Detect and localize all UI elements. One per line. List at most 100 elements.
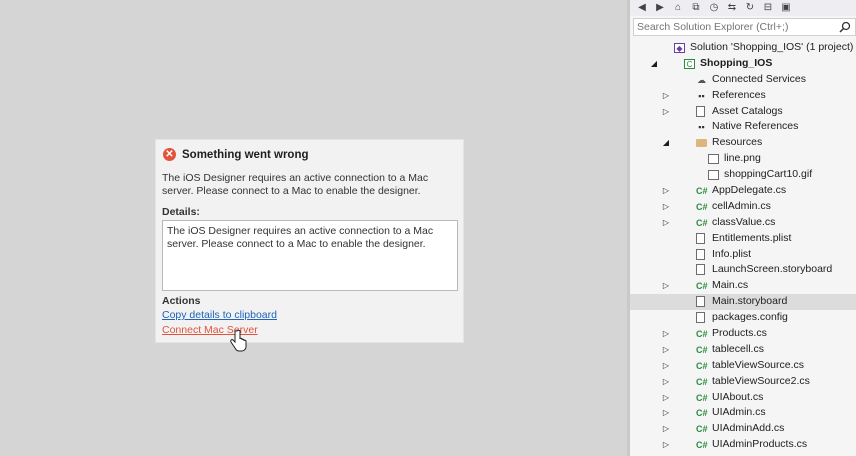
tree-item[interactable]: LaunchScreen.storyboard (630, 262, 856, 278)
history-icon[interactable]: ◷ (708, 2, 720, 14)
sync-icon[interactable]: ⧉ (690, 2, 702, 14)
error-icon: ✕ (163, 148, 176, 161)
tree-item[interactable]: packages.config (630, 310, 856, 326)
csharp-file-icon: C# (696, 424, 708, 435)
tree-item-label: tableViewSource2.cs (712, 374, 810, 387)
csharp-file-icon: C# (696, 329, 708, 340)
tree-item[interactable]: ▷ C# tableViewSource2.cs (630, 374, 856, 390)
collapsed-chevron-icon[interactable]: ▷ (662, 215, 670, 231)
collapsed-chevron-icon[interactable]: ▷ (662, 88, 670, 104)
solution-explorer: ◀ ▶ ⌂ ⧉ ◷ ⇆ ↻ ⊟ ▣ ◆ Solution 'Shopping_IO… (630, 0, 856, 456)
pending-changes-icon[interactable]: ⇆ (726, 2, 738, 14)
tree-item-label: UIAbout.cs (712, 390, 764, 403)
copy-details-link[interactable]: Copy details to clipboard (162, 309, 277, 321)
csharp-file-icon: C# (696, 392, 708, 403)
tree-item[interactable]: ▷ C# Products.cs (630, 326, 856, 342)
forward-icon[interactable]: ▶ (654, 2, 666, 14)
tree-item-label: tableViewSource.cs (712, 358, 805, 371)
tree-item-label: Entitlements.plist (712, 231, 792, 244)
image-file-icon (708, 170, 719, 181)
csharp-file-icon: C# (696, 344, 708, 355)
tree-item[interactable]: ▷ C# tableViewSource.cs (630, 358, 856, 374)
file-icon (696, 248, 705, 260)
tree-item-label: LaunchScreen.storyboard (712, 263, 833, 276)
collapsed-chevron-icon[interactable]: ▷ (662, 104, 670, 120)
tree-item[interactable]: Info.plist (630, 247, 856, 263)
back-icon[interactable]: ◀ (636, 2, 648, 14)
collapsed-chevron-icon[interactable]: ▷ (662, 342, 670, 358)
tree-item[interactable]: ▷ C# UIAbout.cs (630, 390, 856, 406)
collapsed-chevron-icon[interactable]: ▷ (662, 405, 670, 421)
tree-item[interactable]: ▷ ▪▪ References (630, 88, 856, 104)
collapsed-chevron-icon[interactable]: ▷ (662, 183, 670, 199)
details-textbox[interactable]: The iOS Designer requires an active conn… (162, 220, 458, 291)
tree-item-label: UIAdmin.cs (712, 406, 766, 419)
tree-item[interactable]: ▷ C# UIAdminAdd.cs (630, 421, 856, 437)
image-file-icon (708, 154, 719, 165)
collapsed-chevron-icon[interactable]: ▷ (662, 374, 670, 390)
tree-item-label: Resources (712, 136, 763, 149)
file-icon (696, 296, 705, 308)
tree-item[interactable]: ☁ Connected Services (630, 72, 856, 88)
tree-item-label: Main.cs (712, 279, 749, 292)
search-input[interactable] (637, 21, 833, 33)
csharp-file-icon: C# (696, 376, 708, 387)
tree-item-label: Connected Services (712, 72, 806, 85)
tree-item[interactable]: Entitlements.plist (630, 231, 856, 247)
tree-item-label: line.png (724, 152, 761, 165)
tree-item[interactable]: ▷ C# tablecell.cs (630, 342, 856, 358)
file-icon (696, 264, 705, 276)
tree-item-label: Products.cs (712, 327, 767, 340)
collapse-all-icon[interactable]: ⊟ (762, 2, 774, 14)
tree-item[interactable]: ▷ Asset Catalogs (630, 104, 856, 120)
tree-item[interactable]: ◢ C Shopping_IOS (630, 56, 856, 72)
tree-item[interactable]: ▪▪ Native References (630, 119, 856, 135)
tree-item[interactable]: ▷ C# cellAdmin.cs (630, 199, 856, 215)
show-all-files-icon[interactable]: ▣ (780, 2, 792, 14)
tree-item[interactable]: ▷ C# UIAdmin.cs (630, 405, 856, 421)
details-label: Details: (162, 206, 200, 218)
tree-item-label: Solution 'Shopping_IOS' (1 project) (690, 41, 854, 53)
csharp-file-icon: C# (696, 201, 708, 212)
home-icon[interactable]: ⌂ (672, 2, 684, 14)
tree-item-label: AppDelegate.cs (712, 184, 787, 197)
search-icon[interactable] (839, 21, 851, 33)
tree-item[interactable]: ▷ C# AppDelegate.cs (630, 183, 856, 199)
solution-explorer-search[interactable] (633, 18, 856, 36)
expanded-chevron-icon[interactable]: ◢ (650, 56, 658, 72)
csharp-file-icon: C# (696, 186, 708, 197)
ios-designer-surface: ✕ Something went wrong The iOS Designer … (0, 0, 627, 456)
asset-catalog-icon (696, 105, 705, 117)
expanded-chevron-icon[interactable]: ◢ (662, 135, 670, 151)
tree-item[interactable]: ▷ C# UIAdminProducts.cs (630, 437, 856, 453)
tree-item[interactable]: line.png (630, 151, 856, 167)
csharp-file-icon: C# (696, 360, 708, 371)
tree-item-label: Shopping_IOS (700, 56, 773, 69)
connected-services-icon: ☁ (697, 74, 706, 85)
tree-item[interactable]: ▷ C# Main.cs (630, 278, 856, 294)
tree-item-label: UIAdminAdd.cs (712, 422, 785, 435)
collapsed-chevron-icon[interactable]: ▷ (662, 199, 670, 215)
references-icon: ▪▪ (698, 122, 705, 133)
collapsed-chevron-icon[interactable]: ▷ (662, 437, 670, 453)
tree-item-label: Main.storyboard (712, 295, 788, 308)
references-icon: ▪▪ (698, 90, 705, 101)
tree-item-label: UIAdminProducts.cs (712, 438, 808, 451)
tree-item[interactable]: shoppingCart10.gif (630, 167, 856, 183)
refresh-icon[interactable]: ↻ (744, 2, 756, 14)
tree-item[interactable]: ▷ C# classValue.cs (630, 215, 856, 231)
error-message: The iOS Designer requires an active conn… (162, 172, 429, 197)
collapsed-chevron-icon[interactable]: ▷ (662, 421, 670, 437)
collapsed-chevron-icon[interactable]: ▷ (662, 278, 670, 294)
tree-item-label: Info.plist (712, 247, 752, 260)
collapsed-chevron-icon[interactable]: ▷ (662, 326, 670, 342)
tree-item[interactable]: ◢ Resources (630, 135, 856, 151)
file-icon (696, 232, 705, 244)
collapsed-chevron-icon[interactable]: ▷ (662, 390, 670, 406)
collapsed-chevron-icon[interactable]: ▷ (662, 358, 670, 374)
error-title: Something went wrong (182, 148, 309, 161)
tree-item-label: classValue.cs (712, 215, 776, 228)
tree-item[interactable]: Main.storyboard (630, 294, 856, 311)
solution-tree: ◆ Solution 'Shopping_IOS' (1 project) ◢ C Sh… (630, 40, 856, 453)
tree-item[interactable]: ◆ Solution 'Shopping_IOS' (1 project) (630, 40, 856, 56)
